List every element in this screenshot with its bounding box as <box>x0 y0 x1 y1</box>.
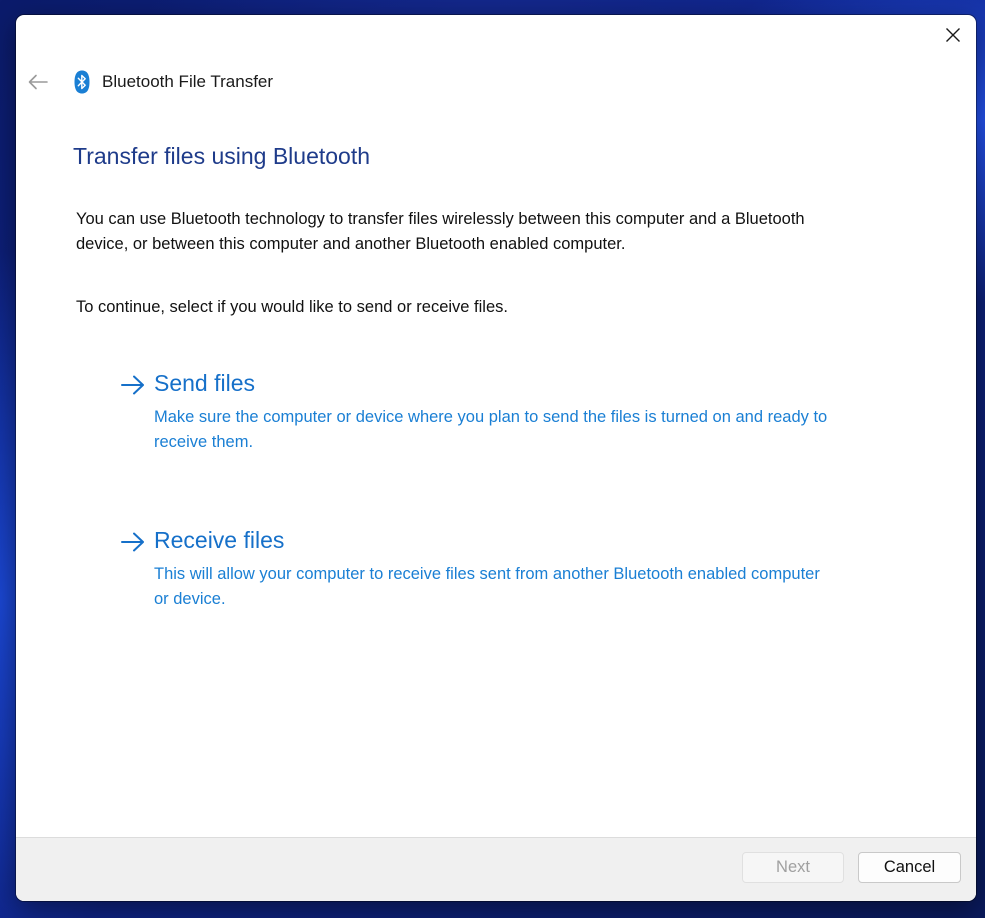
bluetooth-icon <box>74 70 90 94</box>
back-button[interactable] <box>26 70 50 94</box>
footer-bar: Next Cancel <box>16 837 976 901</box>
window-title: Bluetooth File Transfer <box>102 72 274 91</box>
cancel-button[interactable]: Cancel <box>858 852 961 883</box>
send-files-description: Make sure the computer or device where y… <box>154 408 828 451</box>
back-arrow-icon <box>28 74 48 90</box>
intro-text: You can use Bluetooth technology to tran… <box>76 210 805 253</box>
send-files-title: Send files <box>154 370 256 396</box>
arrow-right-icon <box>121 532 144 552</box>
title-bar: Bluetooth File Transfer <box>16 65 976 101</box>
page-title: Transfer files using Bluetooth <box>73 143 371 169</box>
instruction-text: To continue, select if you would like to… <box>76 298 508 316</box>
receive-files-title: Receive files <box>154 527 285 553</box>
receive-files-description: This will allow your computer to receive… <box>154 565 820 608</box>
close-button[interactable] <box>930 15 976 55</box>
close-icon <box>946 28 960 42</box>
next-button[interactable]: Next <box>742 852 844 883</box>
bluetooth-file-transfer-window: Bluetooth File Transfer Transfer files u… <box>16 15 976 901</box>
arrow-right-icon <box>121 375 144 395</box>
